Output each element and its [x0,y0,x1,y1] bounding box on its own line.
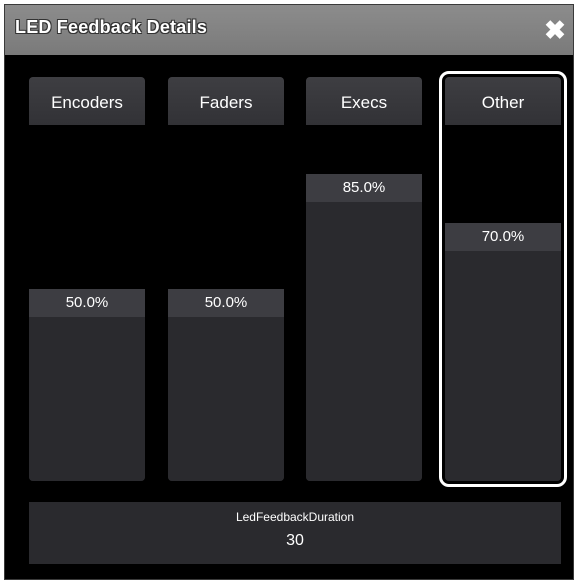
led-feedback-dialog: LED Feedback Details ✖ Encoders 50.0% Fa… [4,4,574,580]
fader-label: Execs [340,93,388,112]
fader-value[interactable]: 85.0% [306,174,422,202]
fader-empty-area [306,125,422,174]
fader-label: Faders [199,93,253,112]
fader-encoders[interactable]: Encoders 50.0% [29,77,145,481]
fader-empty-area [29,125,145,289]
fader-label: Other [481,93,525,112]
fader-value[interactable]: 50.0% [168,289,284,317]
fader-track[interactable]: 70.0% [445,125,561,481]
led-feedback-duration-field[interactable]: LedFeedbackDuration 30 [29,502,561,564]
fader-header: Faders [168,77,284,125]
fader-value[interactable]: 70.0% [445,223,561,251]
fader-track[interactable]: 50.0% [168,125,284,481]
fader-other[interactable]: Other 70.0% [439,71,567,487]
fader-header: Execs [306,77,422,125]
dialog-title: LED Feedback Details [15,17,208,37]
fader-track[interactable]: 50.0% [29,125,145,481]
close-icon[interactable]: ✖ [543,17,567,43]
fader-header: Encoders [29,77,145,125]
fader-value[interactable]: 50.0% [29,289,145,317]
fader-execs[interactable]: Execs 85.0% [306,77,422,481]
fader-track[interactable]: 85.0% [306,125,422,481]
dialog-titlebar: LED Feedback Details ✖ [5,5,573,55]
duration-label: LedFeedbackDuration [235,510,355,524]
fader-header: Other [445,77,561,125]
fader-label: Encoders [51,93,123,112]
fader-empty-area [445,125,561,223]
duration-value[interactable]: 30 [29,532,561,550]
fader-faders[interactable]: Faders 50.0% [168,77,284,481]
fader-empty-area [168,125,284,289]
